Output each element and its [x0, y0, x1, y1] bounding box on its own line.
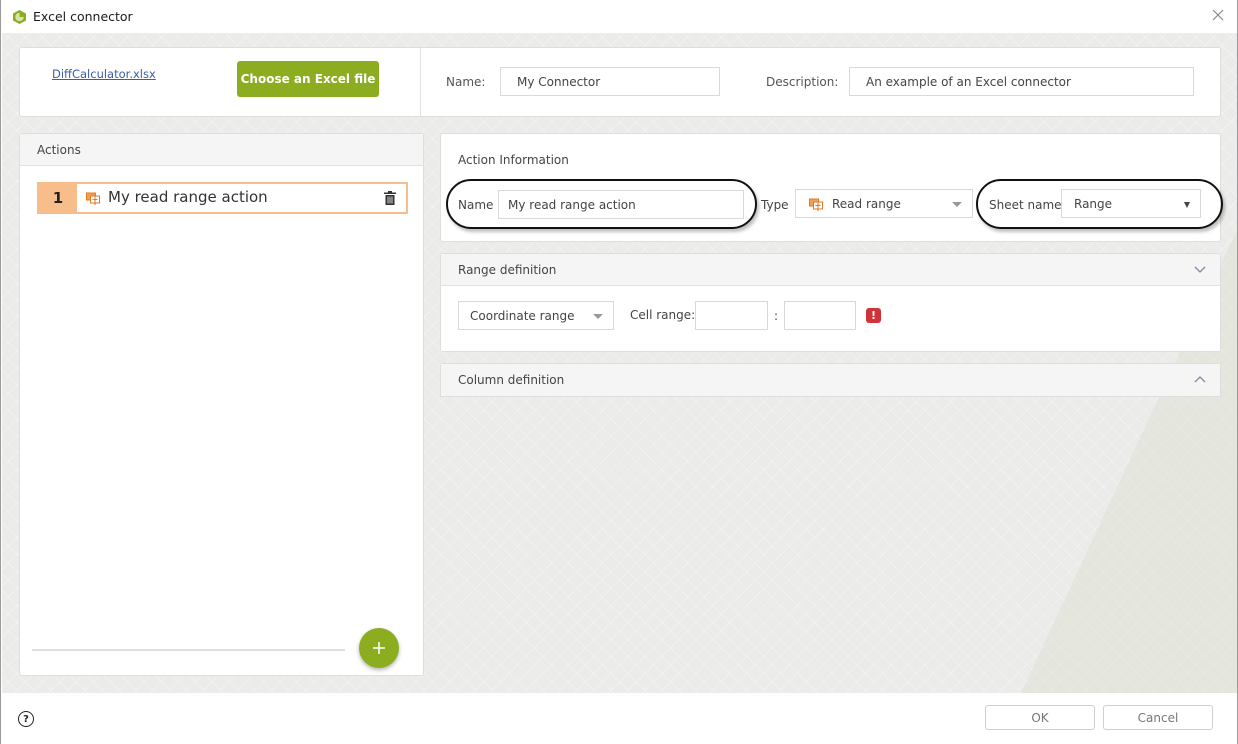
cell-range-start-input[interactable] [695, 301, 768, 330]
choose-excel-file-button[interactable]: Choose an Excel file [237, 61, 379, 97]
action-information-title: Action Information [458, 153, 569, 167]
action-type-value: Read range [832, 197, 901, 211]
action-name-input[interactable]: My read range action [498, 190, 744, 219]
dialog-content: DiffCalculator.xlsx Choose an Excel file… [2, 33, 1237, 693]
actions-panel: Actions 1 My read range action [19, 133, 424, 676]
connector-name-label: Name: [446, 75, 486, 89]
column-definition-card[interactable]: Column definition [440, 363, 1221, 397]
chevron-down-icon [593, 314, 603, 319]
range-definition-card: Range definition Coordinate range Cell r… [440, 253, 1221, 352]
error-alert-icon: ! [866, 308, 881, 323]
cell-range-end-input[interactable] [784, 301, 856, 330]
connector-description-label: Description: [766, 75, 839, 89]
chevron-up-icon[interactable] [1194, 375, 1206, 383]
title-bar: Excel connector [1, 0, 1237, 33]
action-number: 1 [39, 184, 77, 212]
read-range-icon [86, 192, 100, 205]
actions-divider [32, 649, 345, 651]
cell-range-separator: : [774, 309, 779, 323]
read-range-icon [809, 198, 823, 211]
connector-name-input[interactable]: My Connector [500, 67, 720, 96]
help-icon[interactable]: ? [18, 711, 34, 727]
range-mode-value: Coordinate range [470, 309, 575, 323]
ok-button[interactable]: OK [985, 705, 1095, 730]
action-type-dropdown[interactable]: Read range [795, 189, 973, 218]
plus-icon [373, 642, 385, 654]
range-definition-header[interactable]: Range definition [441, 254, 1220, 286]
action-name-label: Name [458, 198, 494, 212]
cell-range-label: Cell range: [630, 308, 696, 322]
action-information-card: Action Information Name My read range ac… [440, 133, 1223, 242]
action-type-label: Type [761, 198, 789, 212]
sheet-name-label: Sheet name [989, 198, 1062, 212]
sheet-name-dropdown[interactable]: Range [1061, 189, 1201, 218]
actions-header: Actions [20, 134, 423, 166]
excel-file-link[interactable]: DiffCalculator.xlsx [52, 67, 156, 81]
action-list-item[interactable]: 1 My read range action [37, 182, 408, 214]
range-mode-dropdown[interactable]: Coordinate range [458, 301, 614, 330]
column-definition-header[interactable]: Column definition [441, 364, 1220, 396]
connector-settings-card: DiffCalculator.xlsx Choose an Excel file… [19, 47, 1221, 117]
trash-icon[interactable] [384, 191, 396, 205]
chevron-down-icon [952, 202, 962, 207]
dialog-footer: ? OK Cancel [1, 693, 1237, 744]
cancel-button[interactable]: Cancel [1103, 705, 1213, 730]
excel-connector-dialog: Excel connector DiffCalculator.xlsx Choo… [0, 0, 1238, 744]
action-label: My read range action [108, 188, 268, 206]
card-divider [420, 48, 421, 116]
chevron-down-icon[interactable] [1194, 266, 1206, 274]
app-logo-icon [13, 10, 26, 24]
window-title: Excel connector [33, 9, 133, 24]
connector-description-input[interactable]: An example of an Excel connector [849, 67, 1194, 96]
column-definition-title: Column definition [458, 373, 565, 387]
sheet-name-value: Range [1074, 197, 1113, 211]
add-action-button[interactable] [359, 628, 399, 668]
range-definition-title: Range definition [458, 262, 557, 277]
close-icon[interactable] [1209, 6, 1227, 24]
chevron-down-icon [1184, 202, 1190, 208]
